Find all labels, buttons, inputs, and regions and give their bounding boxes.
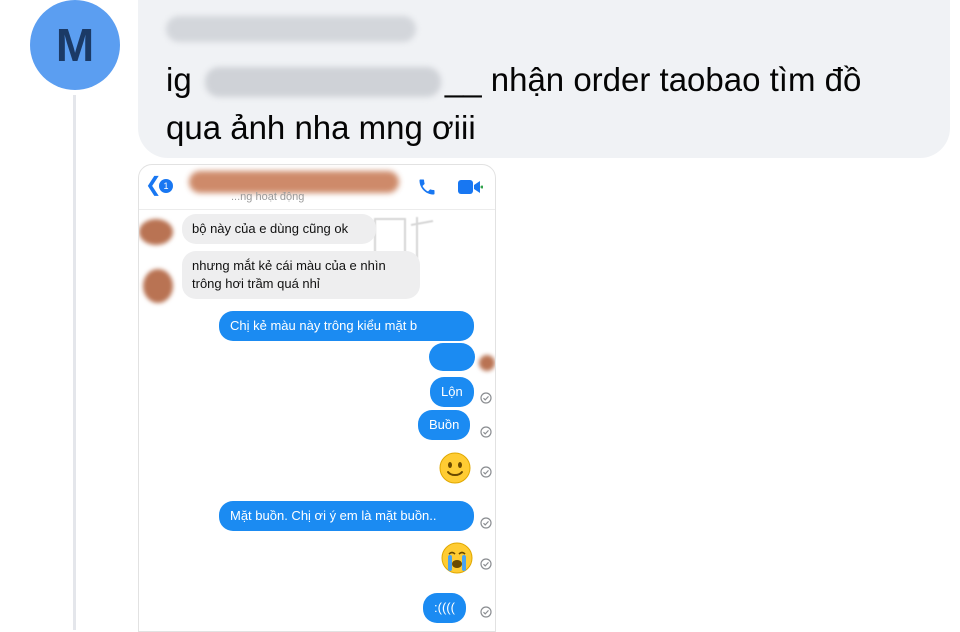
active-status: ...ng hoạt động: [231, 191, 305, 203]
redacted-handle: ■■■■■■■■■■■■■■: [204, 67, 441, 98]
comment-bubble: ■■■ ■■■■ ■■■ ■■■■ ig ■■■■■■■■■■■■■■__ nh…: [138, 0, 950, 158]
delivered-check-icon: [480, 558, 492, 570]
attached-chat-screenshot[interactable]: ❮ 1 ■■■■■■■■ ...ng hoạt động bộ này của …: [138, 164, 496, 632]
outgoing-message: Mặt buồn. Chị ơi ý em là mặt buồn..: [219, 501, 474, 531]
avatar-letter: M: [55, 19, 95, 71]
delivered-check-icon: [480, 426, 492, 438]
contact-name-redacted: ■■■■■■■■: [189, 171, 399, 193]
avatar[interactable]: M: [30, 0, 120, 90]
incoming-message: bộ này của e dùng cũng ok: [182, 214, 376, 244]
outgoing-message: Chị kẻ màu này trông kiểu mặt b: [219, 311, 474, 341]
comment-text-line2: qua ảnh nha mng ơiii: [166, 109, 476, 146]
read-receipt-avatar-redacted: [479, 355, 495, 371]
delivered-check-icon: [480, 392, 492, 404]
outgoing-message: :((((: [423, 593, 466, 623]
comment-prefix: ig: [166, 61, 192, 98]
delivered-check-icon: [480, 466, 492, 478]
comment-text: ig ■■■■■■■■■■■■■■__ nhận order taobao tì…: [166, 56, 936, 152]
delivered-check-icon: [480, 517, 492, 529]
comment-line1-rest: __ nhận order taobao tìm đồ: [444, 61, 862, 98]
loudly-crying-emoji: [441, 542, 473, 579]
outgoing-message: Buồn: [418, 410, 471, 440]
comment-text-line1: ig ■■■■■■■■■■■■■■__ nhận order taobao tì…: [166, 56, 936, 104]
chat-header: ❮ 1 ■■■■■■■■ ...ng hoạt động: [139, 165, 495, 210]
video-call-icon: [458, 180, 483, 194]
outgoing-message: Lộn: [430, 377, 474, 407]
outgoing-message-redacted: [429, 343, 475, 371]
outgoing-message-text: Chị kẻ màu này trông kiểu mặt b: [230, 318, 418, 333]
slight-smile-emoji: [439, 452, 471, 489]
contact-avatar-redacted: [139, 219, 173, 245]
contact-avatar-redacted: [143, 269, 173, 303]
thread-line: [73, 95, 76, 630]
incoming-message: nhưng mắt kẻ cái màu của e nhìn trông hơ…: [182, 251, 420, 299]
phone-icon: [419, 179, 435, 195]
comment-author-name-redacted[interactable]: ■■■ ■■■■ ■■■ ■■■■: [166, 16, 416, 42]
delivered-check-icon: [480, 606, 492, 618]
unread-badge: 1: [159, 179, 173, 193]
